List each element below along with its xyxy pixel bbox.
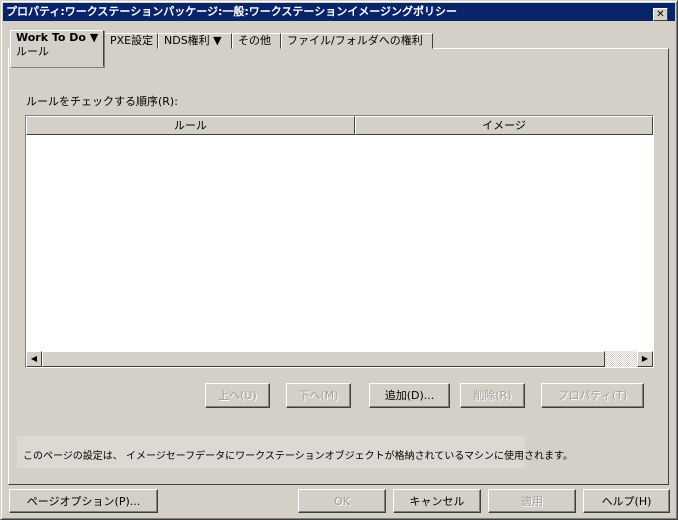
down-button[interactable]: 下へ(M): [286, 383, 351, 408]
tab-label: Work To Do ▼: [16, 31, 99, 44]
up-button[interactable]: 上へ(U): [205, 383, 270, 408]
tab-other[interactable]: その他: [232, 33, 281, 49]
title-bar: プロパティ:ワークステーションパッケージ:一般:ワークステーションイメージングポ…: [3, 3, 675, 21]
close-button[interactable]: ✕: [653, 8, 668, 21]
scroll-thumb[interactable]: [42, 351, 605, 367]
ok-button[interactable]: OK: [298, 489, 386, 513]
delete-button[interactable]: 削除(R): [460, 383, 525, 408]
scroll-left-icon[interactable]: ◀: [26, 351, 42, 367]
tab-pxe[interactable]: PXE設定: [104, 33, 158, 49]
add-button[interactable]: 追加(D)...: [369, 383, 450, 408]
window-title: プロパティ:ワークステーションパッケージ:一般:ワークステーションイメージングポ…: [6, 5, 457, 18]
page-options-button[interactable]: ページオプション(P)...: [9, 489, 158, 513]
rules-table[interactable]: ルール イメージ ◀ ▶: [25, 115, 654, 368]
cancel-button[interactable]: キャンセル: [393, 489, 481, 513]
properties-button[interactable]: プロパティ(T): [541, 383, 644, 408]
column-header-rule[interactable]: ルール: [26, 116, 355, 135]
tab-work-to-do[interactable]: Work To Do ▼ ルール: [10, 30, 104, 67]
info-text: このページの設定は、 イメージセーフデータにワークステーションオブジェクトが格納…: [17, 436, 573, 468]
tab-sub-label: ルール: [16, 45, 49, 58]
column-header-image[interactable]: イメージ: [355, 116, 653, 135]
apply-button[interactable]: 適用: [488, 489, 576, 513]
help-button[interactable]: ヘルプ(H): [583, 489, 670, 513]
scroll-track[interactable]: [605, 351, 637, 367]
horizontal-scrollbar[interactable]: ◀ ▶: [26, 351, 653, 367]
rules-label: ルールをチェックする順序(R):: [26, 95, 178, 108]
tab-file-rights[interactable]: ファイル/フォルダへの権利: [281, 33, 433, 49]
scroll-right-icon[interactable]: ▶: [637, 351, 653, 367]
tab-nds-rights[interactable]: NDS権利 ▼: [158, 33, 232, 49]
